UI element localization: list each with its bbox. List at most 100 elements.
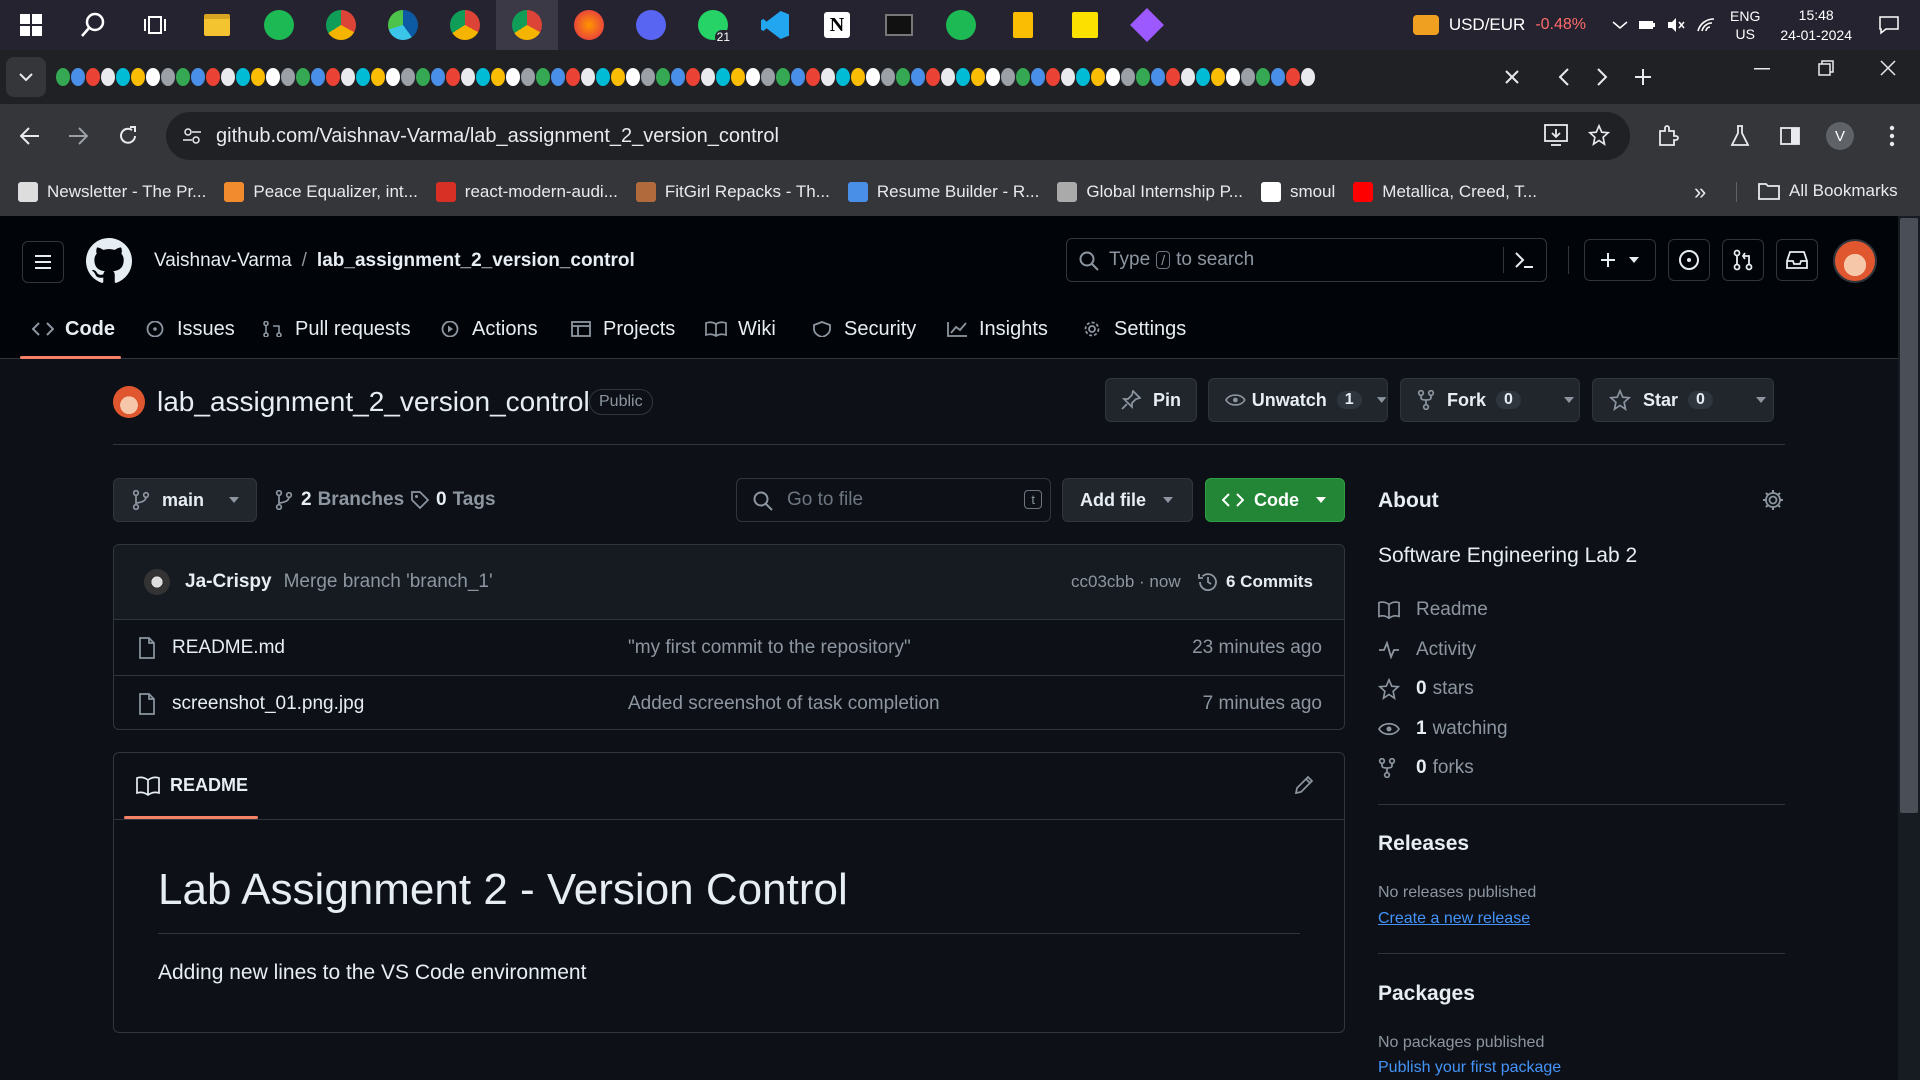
tab-settings[interactable]: Settings — [1081, 309, 1186, 349]
commit-message[interactable]: Merge branch 'branch_1' — [284, 571, 493, 593]
go-to-file-input[interactable]: Go to file t — [736, 478, 1051, 522]
add-file-button[interactable]: Add file — [1062, 478, 1193, 522]
tags-link[interactable]: 0 Tags — [410, 489, 496, 511]
bookmark-item[interactable]: Peace Equalizer, int... — [224, 182, 418, 202]
tab-pull-requests[interactable]: Pull requests — [262, 309, 411, 349]
notifications-icon[interactable] — [1878, 15, 1900, 35]
pinned-tab-favicon[interactable] — [716, 68, 730, 86]
pinned-tab-favicon[interactable] — [866, 68, 880, 86]
minimize-window-icon[interactable] — [1754, 68, 1770, 70]
vscode-icon[interactable] — [744, 0, 806, 50]
chrome-profile-icon[interactable] — [496, 0, 558, 50]
pinned-tab-favicon[interactable] — [1136, 68, 1150, 86]
pinned-tab-favicon[interactable] — [371, 68, 385, 86]
file-row[interactable]: README.md "my first commit to the reposit… — [114, 619, 1344, 675]
search-icon[interactable] — [62, 0, 124, 50]
pinned-tab-favicon[interactable] — [1121, 68, 1135, 86]
pinned-tab-favicon[interactable] — [401, 68, 415, 86]
site-info-icon[interactable] — [182, 126, 202, 146]
pinned-tab-favicon[interactable] — [791, 68, 805, 86]
pinned-tab-favicon[interactable] — [1211, 68, 1225, 86]
branches-link[interactable]: 2 Branches — [275, 489, 404, 511]
terminal-icon[interactable] — [868, 0, 930, 50]
global-search-input[interactable]: Type / to search — [1066, 238, 1547, 282]
bookmark-item[interactable]: Global Internship P... — [1057, 182, 1243, 202]
pinned-tab-favicon[interactable] — [761, 68, 775, 86]
scroll-tabs-right-icon[interactable] — [1596, 68, 1608, 86]
about-readme-link[interactable]: Readme — [1378, 599, 1488, 621]
all-bookmarks-button[interactable]: All Bookmarks — [1758, 181, 1898, 201]
pinned-tab-favicon[interactable] — [1016, 68, 1030, 86]
install-app-icon[interactable] — [1544, 124, 1568, 146]
pinned-tab-favicon[interactable] — [341, 68, 355, 86]
sticky-notes-icon[interactable] — [1054, 0, 1116, 50]
pinned-tab-favicon[interactable] — [1046, 68, 1060, 86]
pinned-tab-favicon[interactable] — [746, 68, 760, 86]
pinned-tab-favicon[interactable] — [596, 68, 610, 86]
side-panel-icon[interactable] — [1770, 116, 1810, 156]
pinned-tab-favicon[interactable] — [731, 68, 745, 86]
clock[interactable]: 15:48 24-01-2024 — [1780, 5, 1852, 45]
pinned-tab-favicon[interactable] — [836, 68, 850, 86]
pinned-tab-favicon[interactable] — [926, 68, 940, 86]
file-row[interactable]: screenshot_01.png.jpg Added screenshot of… — [114, 675, 1344, 729]
command-palette-icon[interactable] — [1514, 251, 1534, 269]
currency-widget[interactable]: USD/EUR -0.48% — [1412, 15, 1586, 35]
pinned-tab-favicon[interactable] — [1076, 68, 1090, 86]
pinned-tab-favicon[interactable] — [896, 68, 910, 86]
pinned-tab-favicon[interactable] — [1286, 68, 1300, 86]
pinned-tab-favicon[interactable] — [251, 68, 265, 86]
git-tool-icon[interactable] — [1116, 0, 1178, 50]
commit-hash-time[interactable]: cc03cbb · now — [1071, 572, 1181, 592]
pinned-tab-favicon[interactable] — [851, 68, 865, 86]
commits-link[interactable]: 6 Commits — [1197, 571, 1313, 593]
pinned-tab-favicon[interactable] — [281, 68, 295, 86]
spotify-icon[interactable] — [248, 0, 310, 50]
pinned-tab-favicon[interactable] — [1301, 68, 1315, 86]
chevron-up-icon[interactable] — [1612, 20, 1628, 30]
pinned-tab-favicon[interactable] — [821, 68, 835, 86]
pinned-tab-favicon[interactable] — [566, 68, 580, 86]
pinned-tab-favicon[interactable] — [221, 68, 235, 86]
pinned-tab-favicon[interactable] — [506, 68, 520, 86]
file-name[interactable]: screenshot_01.png.jpg — [172, 693, 364, 715]
pinned-tab-favicon[interactable] — [1061, 68, 1075, 86]
pinned-tabs-strip[interactable] — [56, 68, 1476, 86]
back-icon[interactable] — [10, 116, 50, 156]
fork-button[interactable]: Fork 0 — [1400, 378, 1580, 422]
file-commit-message[interactable]: Added screenshot of task completion — [628, 693, 940, 715]
pinned-tab-favicon[interactable] — [881, 68, 895, 86]
pinned-tab-favicon[interactable] — [536, 68, 550, 86]
tab-issues[interactable]: Issues — [144, 309, 235, 349]
pinned-tab-favicon[interactable] — [311, 68, 325, 86]
commit-author[interactable]: Ja-Crispy — [185, 571, 272, 593]
tab-search-button[interactable] — [6, 57, 46, 97]
discord-icon[interactable] — [620, 0, 682, 50]
pinned-tab-favicon[interactable] — [671, 68, 685, 86]
user-avatar[interactable] — [1833, 239, 1877, 283]
bookmark-item[interactable]: Metallica, Creed, T... — [1353, 182, 1537, 202]
pinned-tab-favicon[interactable] — [971, 68, 985, 86]
tab-wiki[interactable]: Wiki — [705, 309, 776, 349]
pinned-tab-favicon[interactable] — [1166, 68, 1180, 86]
active-tab-close-icon[interactable] — [1494, 59, 1530, 95]
pinned-tab-favicon[interactable] — [386, 68, 400, 86]
pinned-tab-favicon[interactable] — [956, 68, 970, 86]
new-tab-icon[interactable] — [1634, 68, 1652, 86]
volume-mute-icon[interactable] — [1666, 17, 1686, 33]
address-bar[interactable]: github.com/Vaishnav-Varma/lab_assignment… — [166, 112, 1630, 160]
keep-icon[interactable] — [992, 0, 1054, 50]
wifi-icon[interactable] — [1696, 17, 1716, 33]
tab-security[interactable]: Security — [811, 309, 916, 349]
commit-author-avatar[interactable] — [144, 569, 170, 595]
bookmark-item[interactable]: FitGirl Repacks - Th... — [635, 182, 830, 202]
labs-flask-icon[interactable] — [1720, 116, 1760, 156]
pinned-tab-favicon[interactable] — [986, 68, 1000, 86]
unwatch-button[interactable]: Unwatch 1 — [1208, 378, 1388, 422]
readme-tab[interactable]: README — [136, 775, 248, 796]
pin-button[interactable]: Pin — [1105, 378, 1197, 422]
releases-heading[interactable]: Releases — [1378, 832, 1469, 856]
pinned-tab-favicon[interactable] — [656, 68, 670, 86]
bookmark-star-icon[interactable] — [1588, 124, 1610, 146]
pinned-tab-favicon[interactable] — [161, 68, 175, 86]
